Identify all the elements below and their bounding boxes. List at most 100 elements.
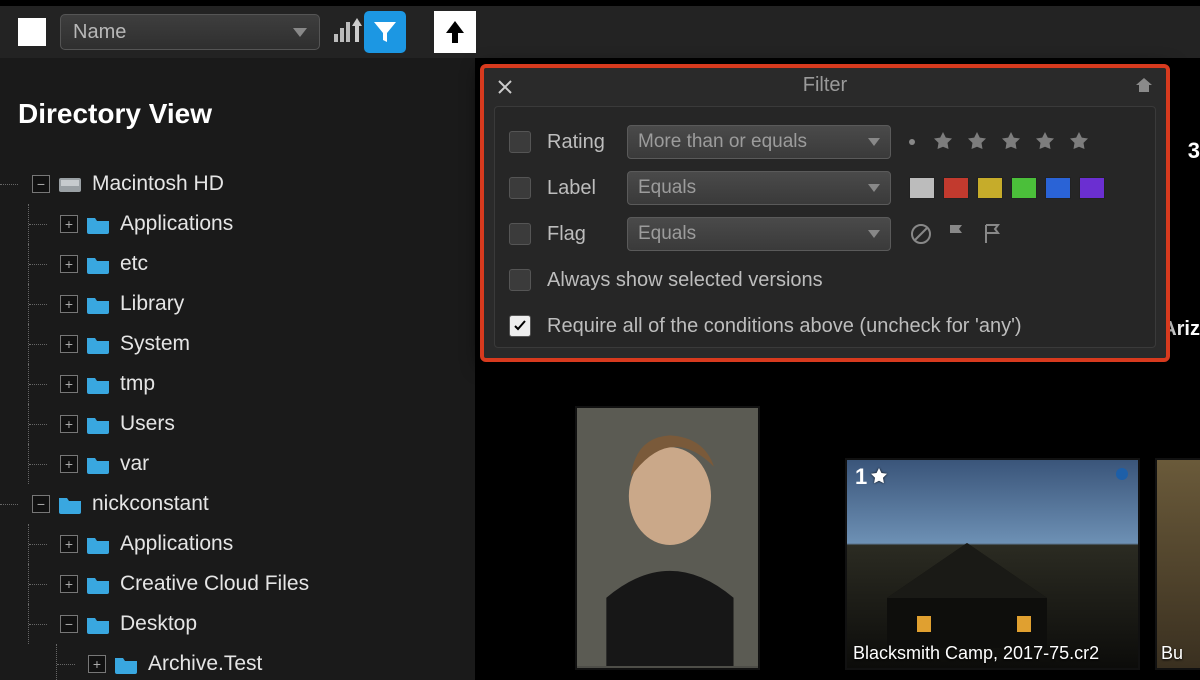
expand-icon[interactable]: + [60, 575, 78, 593]
sort-direction-button[interactable] [334, 22, 350, 42]
label-op-value: Equals [638, 177, 696, 199]
folder-icon [86, 534, 110, 554]
star-icon[interactable] [1033, 130, 1057, 154]
label-enable-checkbox[interactable] [509, 177, 531, 199]
expand-icon[interactable]: + [60, 535, 78, 553]
tree-label: var [120, 452, 149, 476]
tree-node-folder[interactable]: − Desktop [0, 604, 475, 644]
expand-icon[interactable]: + [60, 295, 78, 313]
expand-icon[interactable]: + [88, 655, 106, 673]
folder-icon [86, 574, 110, 594]
folder-icon [58, 494, 82, 514]
collapse-icon[interactable]: − [32, 175, 50, 193]
tree-label: System [120, 332, 190, 356]
sort-field-value: Name [73, 21, 126, 44]
filter-panel: Filter Rating More than or equals Label [480, 64, 1170, 362]
label-op-select[interactable]: Equals [627, 171, 891, 205]
folder-icon [86, 414, 110, 434]
label-swatch[interactable] [1045, 177, 1071, 199]
folder-icon [86, 214, 110, 234]
filter-row-rating: Rating More than or equals [509, 119, 1141, 165]
directory-sidebar: Directory View − Macintosh HD + Applicat… [0, 58, 475, 680]
tree-label: Applications [120, 212, 233, 236]
flag-outline-icon[interactable] [981, 222, 1005, 246]
flag-set-icon[interactable] [945, 222, 969, 246]
tree-label: Library [120, 292, 184, 316]
star-icon[interactable] [999, 130, 1023, 154]
tree-label: Macintosh HD [92, 172, 224, 196]
folder-icon [86, 334, 110, 354]
tree-label: tmp [120, 372, 155, 396]
edge-badge: 3 [1188, 138, 1200, 164]
flag-none-icon[interactable] [909, 222, 933, 246]
tree-label: nickconstant [92, 492, 209, 516]
collapse-icon[interactable]: − [60, 615, 78, 633]
folder-icon [86, 254, 110, 274]
drive-icon [58, 174, 82, 194]
rating-stars[interactable] [909, 130, 1091, 154]
expand-icon[interactable]: + [60, 455, 78, 473]
rating-number: 1 [855, 464, 867, 490]
label-swatch[interactable] [943, 177, 969, 199]
flag-enable-checkbox[interactable] [509, 223, 531, 245]
label-swatch[interactable] [1011, 177, 1037, 199]
zero-star-dot[interactable] [909, 139, 915, 145]
expand-icon[interactable]: + [60, 215, 78, 233]
sidebar-title: Directory View [0, 98, 475, 130]
rating-enable-checkbox[interactable] [509, 131, 531, 153]
expand-icon[interactable]: + [60, 335, 78, 353]
filter-body: Rating More than or equals Label Equals [494, 106, 1156, 348]
rating-op-select[interactable]: More than or equals [627, 125, 891, 159]
directory-tree: − Macintosh HD + Applications + etc + Li… [0, 164, 475, 680]
star-icon[interactable] [1067, 130, 1091, 154]
star-icon[interactable] [965, 130, 989, 154]
label-swatch[interactable] [909, 177, 935, 199]
thumbnail-blacksmith[interactable]: 1 Blacksmith Camp, 2017-75.cr2 [845, 458, 1140, 670]
thumbnail-caption: Bu [1161, 643, 1183, 664]
expand-icon[interactable]: + [60, 415, 78, 433]
flag-options [909, 222, 1005, 246]
filter-button[interactable] [364, 11, 406, 53]
tree-label: Archive.Test [148, 652, 262, 676]
label-swatch[interactable] [1079, 177, 1105, 199]
tree-node-folder[interactable]: + var [0, 444, 475, 484]
expand-icon[interactable]: + [60, 375, 78, 393]
view-mode-chip[interactable] [18, 18, 46, 46]
filter-row-flag: Flag Equals [509, 211, 1141, 257]
thumbnail-partial[interactable]: Bu [1155, 458, 1200, 670]
flag-op-select[interactable]: Equals [627, 217, 891, 251]
chevron-down-icon [868, 230, 880, 238]
flag-op-value: Equals [638, 223, 696, 245]
rating-badge: 1 [855, 464, 889, 490]
always-show-checkbox[interactable] [509, 269, 531, 291]
label-swatch[interactable] [977, 177, 1003, 199]
top-toolbar: Name [0, 6, 1200, 58]
tree-node-folder[interactable]: + etc [0, 244, 475, 284]
sort-field-select[interactable]: Name [60, 14, 320, 50]
tree-label: etc [120, 252, 148, 276]
tree-node-folder[interactable]: + Applications [0, 524, 475, 564]
tree-node-folder[interactable]: + Library [0, 284, 475, 324]
color-label-dot [1116, 468, 1128, 480]
tree-node-folder[interactable]: + Archive.Test [0, 644, 475, 680]
tree-node-folder[interactable]: + tmp [0, 364, 475, 404]
tree-node-folder[interactable]: + Users [0, 404, 475, 444]
folder-icon [86, 374, 110, 394]
tree-node-userhome[interactable]: − nickconstant [0, 484, 475, 524]
portrait-placeholder-icon [577, 408, 758, 666]
star-icon[interactable] [931, 130, 955, 154]
tree-node-drive[interactable]: − Macintosh HD [0, 164, 475, 204]
filter-title: Filter [484, 74, 1166, 97]
home-button[interactable] [1134, 76, 1154, 100]
tree-node-folder[interactable]: + Applications [0, 204, 475, 244]
upload-button[interactable] [434, 11, 476, 53]
folder-icon [86, 454, 110, 474]
expand-icon[interactable]: + [60, 255, 78, 273]
tree-node-folder[interactable]: + System [0, 324, 475, 364]
require-all-checkbox[interactable] [509, 315, 531, 337]
label-swatches [909, 177, 1105, 199]
always-show-label: Always show selected versions [547, 269, 823, 292]
thumbnail-portrait[interactable] [575, 406, 760, 670]
collapse-icon[interactable]: − [32, 495, 50, 513]
tree-node-folder[interactable]: + Creative Cloud Files [0, 564, 475, 604]
